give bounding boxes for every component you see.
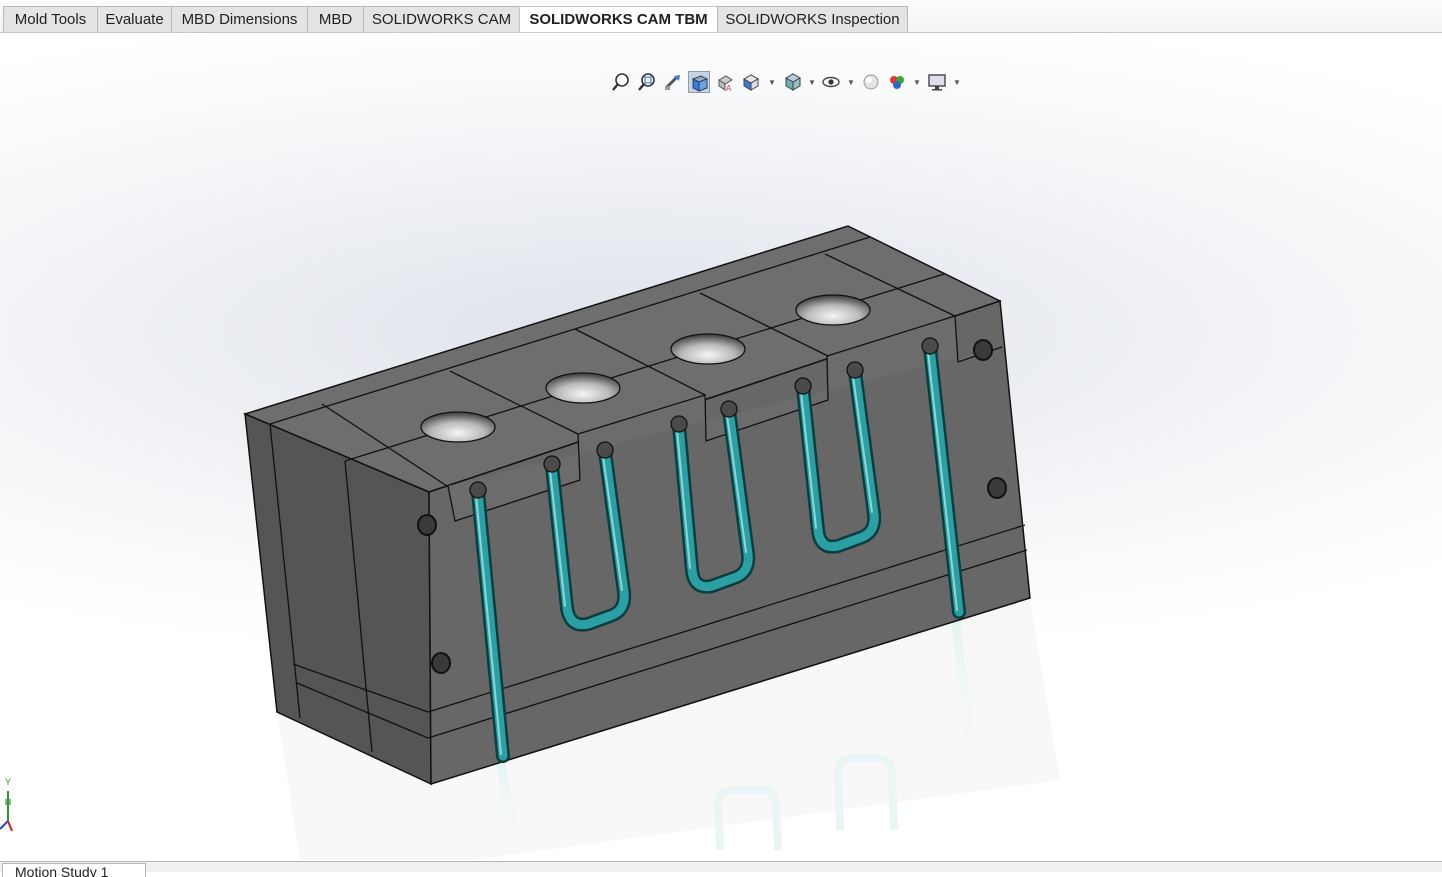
graphics-area[interactable]: A ▼ ▼ ▼ ▼ ▼ Y [0,33,1442,861]
display-style-icon[interactable] [782,71,804,93]
view-orientation-dropdown-icon[interactable]: ▼ [768,78,776,87]
tab-mbd[interactable]: MBD [307,6,364,32]
tab-motion-study-1[interactable]: Motion Study 1 [2,863,146,877]
previous-view-icon[interactable] [662,71,684,93]
mold-model [242,225,1060,861]
hide-show-items-icon[interactable] [820,71,842,93]
edit-appearance-icon[interactable] [860,71,882,93]
apply-scene-dropdown-icon[interactable]: ▼ [913,78,921,87]
zoom-to-area-icon[interactable] [636,71,658,93]
tab-solidworks-inspection[interactable]: SOLIDWORKS Inspection [717,6,908,32]
command-manager-tabs: Mold Tools Evaluate MBD Dimensions MBD S… [0,0,1442,33]
tab-mbd-dimensions[interactable]: MBD Dimensions [171,6,308,32]
tab-solidworks-cam[interactable]: SOLIDWORKS CAM [363,6,520,32]
section-view-icon[interactable] [688,71,710,93]
view-settings-dropdown-icon[interactable]: ▼ [953,78,961,87]
view-settings-icon[interactable] [926,71,948,93]
tab-mold-tools[interactable]: Mold Tools [3,6,98,32]
bottom-tab-bar: Motion Study 1 [0,861,1442,877]
display-style-dropdown-icon[interactable]: ▼ [808,78,816,87]
dynamic-annotation-views-icon[interactable]: A [714,71,736,93]
view-orientation-icon[interactable] [740,71,762,93]
hide-show-dropdown-icon[interactable]: ▼ [847,78,855,87]
triad-y-label: Y [5,777,11,787]
tab-solidworks-cam-tbm[interactable]: SOLIDWORKS CAM TBM [519,6,718,33]
reference-triad[interactable]: Y [0,773,22,835]
zoom-to-fit-icon[interactable] [610,71,632,93]
apply-scene-icon[interactable] [886,71,908,93]
svg-text:A: A [726,84,732,93]
tab-evaluate[interactable]: Evaluate [97,6,172,32]
